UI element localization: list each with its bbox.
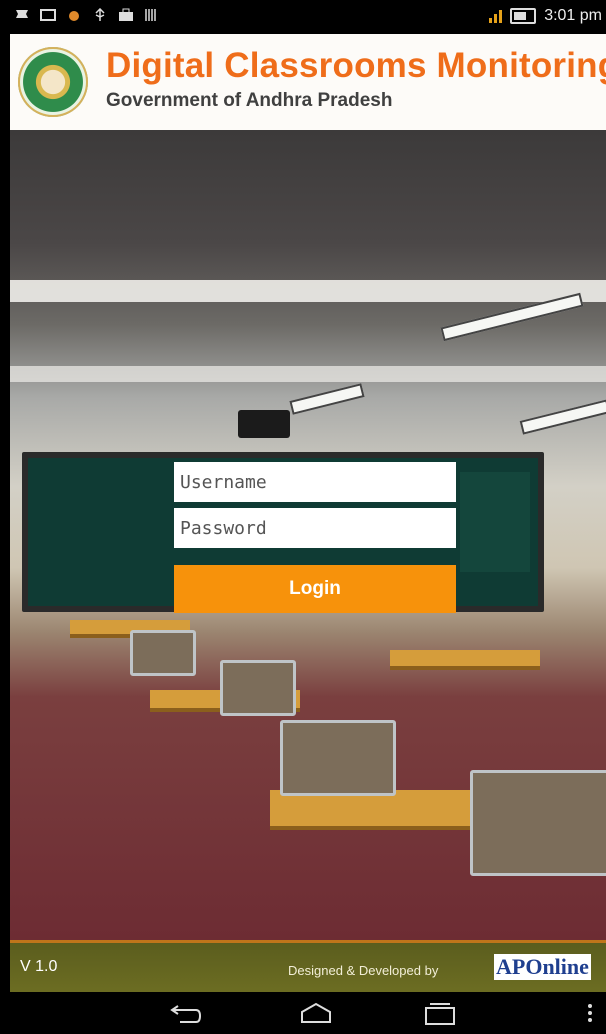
image-icon (40, 9, 56, 21)
recent-apps-icon[interactable] (420, 1000, 460, 1026)
projector (238, 410, 290, 438)
ceiling-beam (10, 280, 606, 302)
chair (280, 720, 396, 796)
back-icon[interactable] (166, 1000, 206, 1026)
desk (390, 650, 540, 670)
app-subtitle: Government of Andhra Pradesh (106, 90, 393, 111)
chair (130, 630, 196, 676)
overflow-menu-icon[interactable] (580, 1000, 600, 1026)
chalkboard-right (460, 472, 530, 572)
barcode-icon (145, 9, 156, 21)
login-button[interactable]: Login (174, 565, 456, 613)
paw-icon (69, 11, 79, 21)
status-left-icons (14, 8, 160, 22)
chair (220, 660, 296, 716)
status-time: 3:01 pm (544, 7, 602, 24)
home-icon[interactable] (296, 1000, 336, 1026)
status-bar: 3:01 pm (0, 0, 606, 34)
chair (470, 770, 606, 876)
briefcase-icon (119, 8, 133, 21)
aponline-logo: APOnline (494, 954, 591, 980)
andhra-pradesh-seal-icon (18, 47, 88, 117)
credit-text: Designed & Developed by (288, 963, 439, 978)
ceiling-lamp (519, 399, 606, 435)
navigation-bar (0, 992, 606, 1034)
battery-icon (510, 8, 537, 24)
app-header: Digital Classrooms Monitoring Government… (10, 34, 606, 130)
username-input[interactable] (174, 462, 456, 502)
usb-icon (95, 8, 105, 21)
password-input[interactable] (174, 508, 456, 548)
ceiling-lamp (289, 383, 365, 415)
version-label: V 1.0 (20, 958, 58, 975)
notification-icon (16, 10, 28, 18)
status-right: 3:01 pm (489, 7, 602, 25)
app-footer: V 1.0 Designed & Developed by APOnline (10, 940, 606, 992)
ceiling-beam (10, 366, 606, 382)
login-form: Login (174, 460, 456, 613)
signal-icon (489, 9, 503, 23)
app-title: Digital Classrooms Monitoring (106, 46, 606, 85)
